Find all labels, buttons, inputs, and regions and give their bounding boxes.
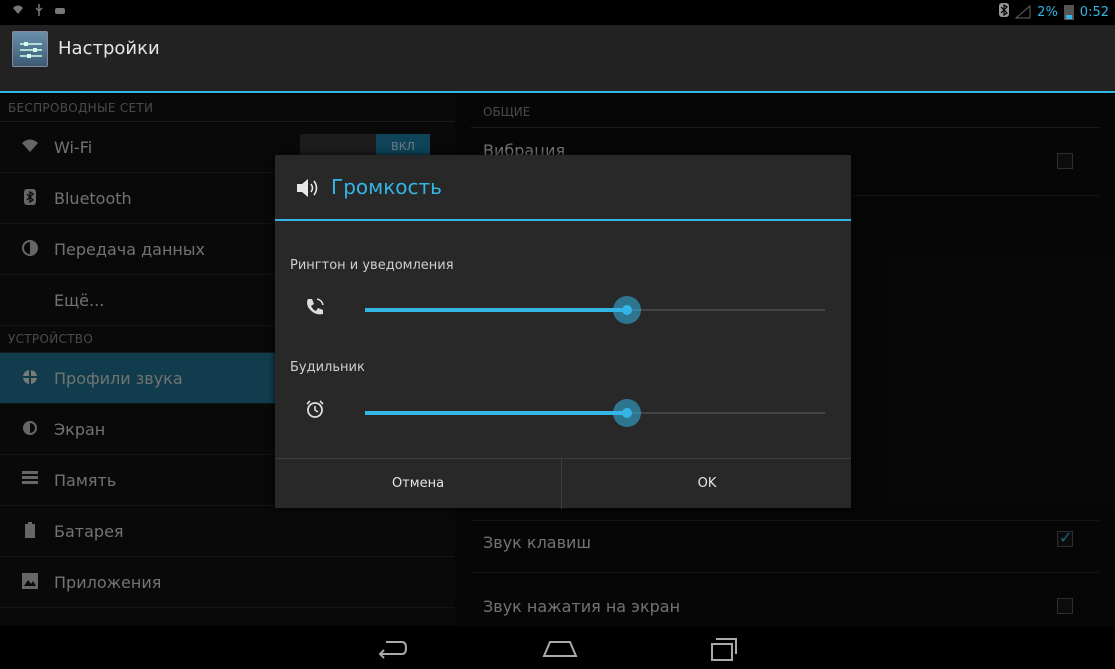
volume-dialog: Громкость Рингтон и уведомления Будильни… (275, 155, 851, 509)
status-bar: 2% 0:52 (0, 0, 1115, 25)
volume-icon (295, 177, 321, 199)
back-icon[interactable] (372, 634, 412, 662)
alarm-label: Будильник (290, 360, 365, 375)
page-title: Настройки (58, 38, 160, 59)
status-right: 2% 0:52 (999, 3, 1109, 21)
navigation-bar (0, 626, 1115, 669)
dialog-header: Громкость (275, 155, 851, 221)
ringtone-icon (303, 296, 327, 320)
slider-thumb[interactable] (613, 399, 642, 427)
cancel-button[interactable]: Отмена (275, 459, 562, 509)
wifi-icon (12, 4, 24, 19)
bluetooth-icon (999, 3, 1010, 21)
alarm-clock-icon (303, 398, 327, 422)
clock: 0:52 (1079, 4, 1109, 20)
android-debug-icon (54, 4, 66, 19)
recent-apps-icon[interactable] (702, 634, 742, 662)
slider-fill (365, 308, 628, 312)
action-bar: Настройки (0, 25, 1115, 93)
ringtone-label: Рингтон и уведомления (290, 258, 454, 273)
ok-button[interactable]: OK (563, 459, 851, 509)
dialog-buttons: Отмена OK (275, 458, 851, 509)
slider-thumb[interactable] (613, 296, 642, 324)
home-icon[interactable] (540, 634, 580, 662)
signal-icon (1015, 5, 1031, 19)
battery-icon (1063, 4, 1074, 20)
usb-icon (34, 4, 44, 19)
status-left-icons (12, 4, 66, 19)
battery-percent: 2% (1037, 4, 1058, 20)
ringtone-volume-slider[interactable] (365, 295, 825, 325)
alarm-volume-slider[interactable] (365, 398, 825, 428)
settings-app-icon[interactable] (12, 31, 48, 67)
slider-fill (365, 411, 628, 415)
dialog-title: Громкость (331, 175, 442, 199)
